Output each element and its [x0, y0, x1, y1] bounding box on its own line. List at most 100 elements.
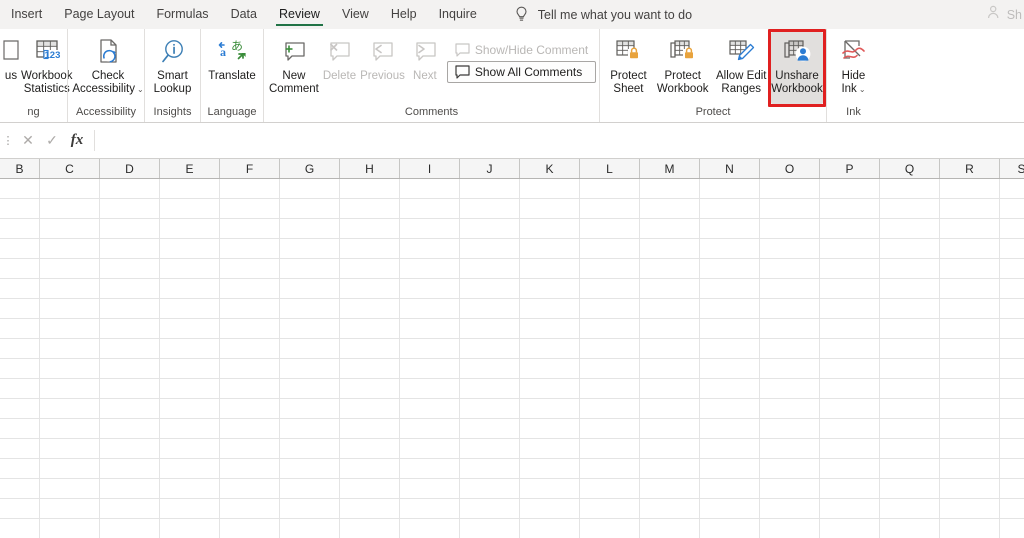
grid-cell[interactable] — [460, 259, 520, 278]
grid-cell[interactable] — [820, 459, 880, 478]
grid-cell[interactable] — [820, 519, 880, 538]
grid-cell[interactable] — [460, 459, 520, 478]
column-header-O[interactable]: O — [760, 159, 820, 178]
grid-cell[interactable] — [640, 299, 700, 318]
grid-cell[interactable] — [400, 479, 460, 498]
grid-cell[interactable] — [160, 399, 220, 418]
grid-cell[interactable] — [520, 359, 580, 378]
grid-cell[interactable] — [760, 499, 820, 518]
grid-cell[interactable] — [520, 279, 580, 298]
grid-cell[interactable] — [40, 319, 100, 338]
grid-cell[interactable] — [1000, 499, 1024, 518]
grid-cell[interactable] — [460, 319, 520, 338]
grid-cell[interactable] — [640, 419, 700, 438]
grid-cell[interactable] — [580, 359, 640, 378]
grid-cell[interactable] — [700, 299, 760, 318]
grid-cell[interactable] — [940, 519, 1000, 538]
grid-cell[interactable] — [40, 479, 100, 498]
grid-cell[interactable] — [220, 499, 280, 518]
grid-cell[interactable] — [0, 279, 40, 298]
grid-cell[interactable] — [220, 479, 280, 498]
grid-cell[interactable] — [460, 219, 520, 238]
grid-cell[interactable] — [1000, 359, 1024, 378]
grid-cell[interactable] — [0, 399, 40, 418]
grid-cell[interactable] — [40, 179, 100, 198]
grid-cell[interactable] — [160, 279, 220, 298]
grid-cell[interactable] — [460, 279, 520, 298]
grid-cell[interactable] — [760, 359, 820, 378]
grid-cell[interactable] — [640, 459, 700, 478]
grid-cell[interactable] — [340, 279, 400, 298]
tell-me-search[interactable]: Tell me what you want to do — [514, 6, 692, 23]
grid-cell[interactable] — [0, 299, 40, 318]
grid-cell[interactable] — [820, 199, 880, 218]
grid-cell[interactable] — [880, 439, 940, 458]
grid-cell[interactable] — [160, 479, 220, 498]
protect-sheet-button[interactable]: Protect Sheet — [603, 32, 654, 104]
grid-cell[interactable] — [880, 479, 940, 498]
grid-cell[interactable] — [820, 439, 880, 458]
column-header-S[interactable]: S — [1000, 159, 1024, 178]
grid-cell[interactable] — [100, 359, 160, 378]
grid-cell[interactable] — [40, 459, 100, 478]
grid-cell[interactable] — [940, 339, 1000, 358]
grid-cell[interactable] — [340, 199, 400, 218]
grid-cell[interactable] — [640, 399, 700, 418]
grid-cell[interactable] — [160, 379, 220, 398]
grid-cell[interactable] — [340, 419, 400, 438]
grid-cell[interactable] — [580, 499, 640, 518]
column-header-K[interactable]: K — [520, 159, 580, 178]
grid-cell[interactable] — [520, 179, 580, 198]
grid-cell[interactable] — [640, 239, 700, 258]
grid-cell[interactable] — [100, 199, 160, 218]
grid-cell[interactable] — [400, 519, 460, 538]
grid-cell[interactable] — [220, 299, 280, 318]
grid-cell[interactable] — [220, 279, 280, 298]
grid-cell[interactable] — [280, 519, 340, 538]
grid-cell[interactable] — [700, 479, 760, 498]
grid-cell[interactable] — [880, 199, 940, 218]
grid-cell[interactable] — [580, 299, 640, 318]
grid-cell[interactable] — [1000, 419, 1024, 438]
grid-cell[interactable] — [940, 279, 1000, 298]
grid-cell[interactable] — [940, 459, 1000, 478]
grid-cell[interactable] — [520, 499, 580, 518]
grid-cell[interactable] — [460, 379, 520, 398]
grid-cell[interactable] — [760, 279, 820, 298]
column-header-P[interactable]: P — [820, 159, 880, 178]
grid-cell[interactable] — [460, 499, 520, 518]
grid-cell[interactable] — [640, 279, 700, 298]
grid-cell[interactable] — [940, 359, 1000, 378]
grid-cell[interactable] — [940, 439, 1000, 458]
grid-cell[interactable] — [160, 179, 220, 198]
grid-cell[interactable] — [520, 199, 580, 218]
grid-cell[interactable] — [580, 379, 640, 398]
grid-cell[interactable] — [700, 279, 760, 298]
grid-cell[interactable] — [520, 319, 580, 338]
grid-cell[interactable] — [220, 259, 280, 278]
grid-cell[interactable] — [880, 319, 940, 338]
grid-cell[interactable] — [880, 419, 940, 438]
grid-cell[interactable] — [820, 279, 880, 298]
grid-cell[interactable] — [820, 499, 880, 518]
grid-cell[interactable] — [640, 499, 700, 518]
grid-cell[interactable] — [700, 359, 760, 378]
grid-cell[interactable] — [1000, 299, 1024, 318]
grid-cell[interactable] — [940, 419, 1000, 438]
grid-cell[interactable] — [340, 399, 400, 418]
grid-cell[interactable] — [820, 359, 880, 378]
grid-cell[interactable] — [220, 519, 280, 538]
grid-cell[interactable] — [220, 339, 280, 358]
grid-cell[interactable] — [640, 359, 700, 378]
grid-cell[interactable] — [760, 199, 820, 218]
grid-cell[interactable] — [640, 199, 700, 218]
grid-cell[interactable] — [280, 479, 340, 498]
grid-cell[interactable] — [40, 499, 100, 518]
grid-cell[interactable] — [40, 439, 100, 458]
chevron-down-icon[interactable]: ⌄ — [859, 85, 866, 94]
grid-cell[interactable] — [460, 359, 520, 378]
grid-cell[interactable] — [700, 499, 760, 518]
grid-cell[interactable] — [700, 179, 760, 198]
grid-cell[interactable] — [580, 339, 640, 358]
grid-cell[interactable] — [940, 499, 1000, 518]
